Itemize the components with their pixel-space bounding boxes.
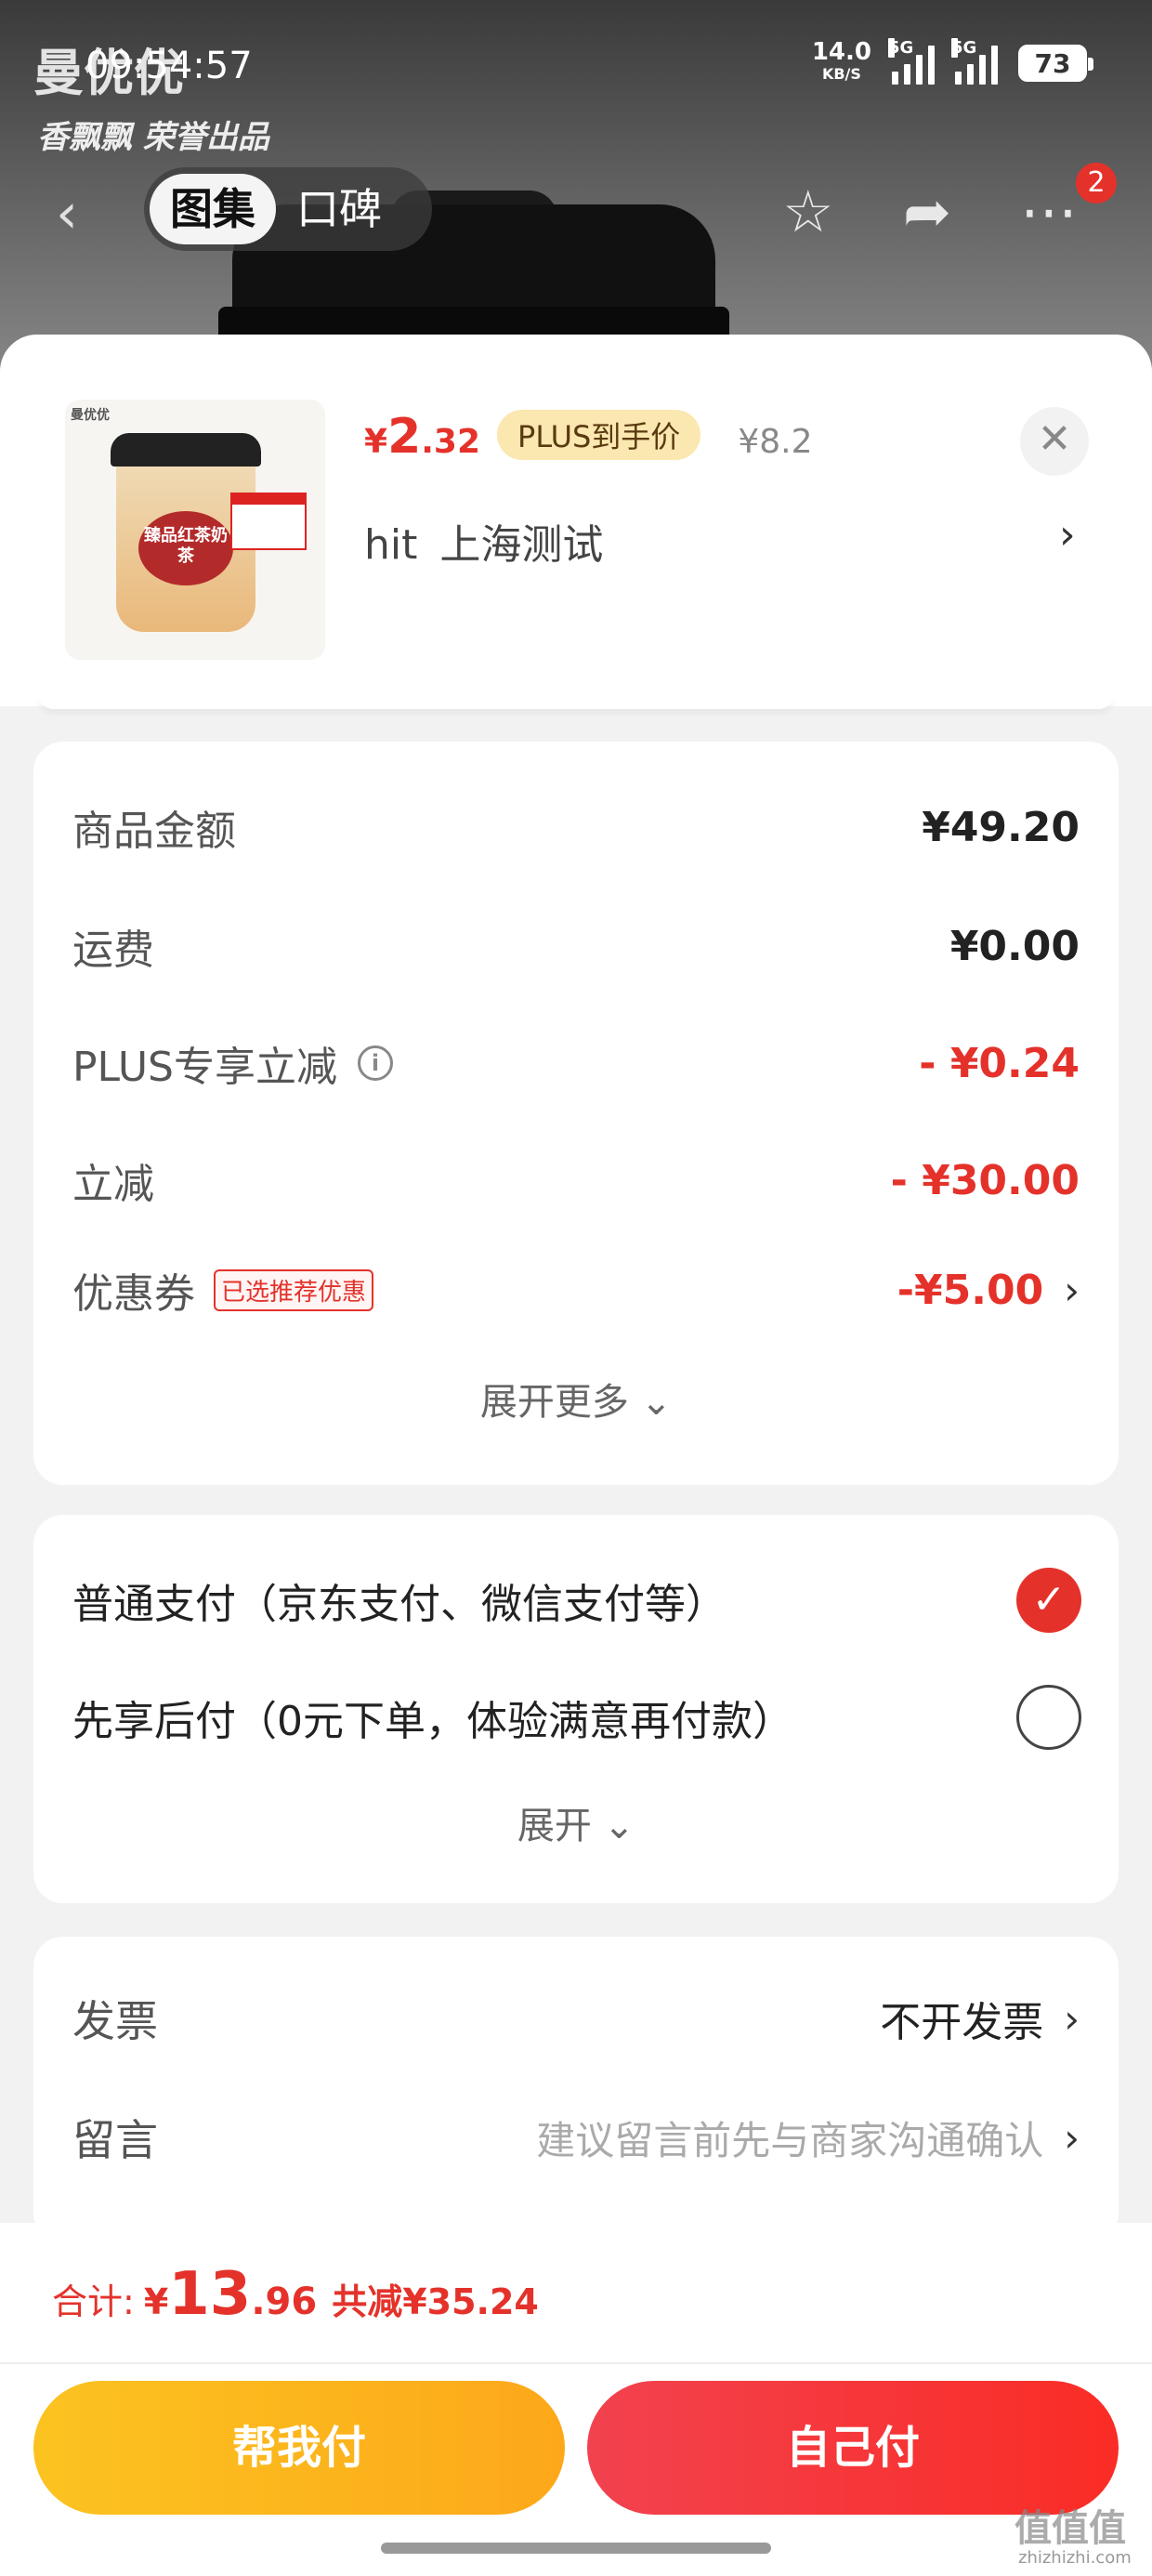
expand-payment-button[interactable]: 展开 ⌄ (33, 1795, 1119, 1849)
watermark: 值值值 (1015, 2507, 1126, 2550)
chevron-down-icon: ⌄ (640, 1381, 673, 1424)
summary-row-coupon[interactable]: 优惠券 已选推荐优惠 -¥5.00 › (72, 1253, 1080, 1327)
expand-more-button[interactable]: 展开更多 ⌄ (33, 1372, 1119, 1426)
price-row: ¥ 2 .32 PLUS到手价 ¥8.2 (364, 409, 813, 465)
chevron-down-icon: ⌄ (603, 1805, 635, 1847)
battery-icon: 73 (1018, 45, 1093, 82)
summary-row-shipping: 运费 ¥0.00 (72, 922, 1080, 975)
status-time: 09:54:57 (85, 45, 253, 87)
close-icon[interactable]: ✕ (1020, 407, 1089, 476)
summary-row-plus-discount: PLUS专享立减 i - ¥0.24 (72, 1039, 1080, 1092)
brand-subtitle: 香飘飘 荣誉出品 (37, 119, 269, 156)
signal-icon: 5G (888, 38, 935, 85)
share-icon[interactable]: ➦ (903, 177, 951, 245)
note-placeholder: 建议留言前先与商家沟通确认 (536, 2117, 1044, 2163)
notification-badge: 2 (1076, 163, 1117, 204)
summary-row-discount: 立减 - ¥30.00 (72, 1156, 1080, 1209)
chevron-right-icon: › (1064, 2114, 1080, 2161)
tab-switcher: 图集 口碑 (144, 167, 432, 251)
tab-gallery[interactable]: 图集 (150, 174, 276, 244)
total-savings: 共减¥35.24 (332, 2281, 539, 2322)
price-summary-card: 商品金额 ¥49.20 运费 ¥0.00 PLUS专享立减 i - ¥0.24 立… (33, 742, 1119, 1485)
product-nav-bar: ‹ 图集 口碑 ☆ ➦ ⋯ 2 (0, 163, 1152, 256)
checked-icon[interactable]: ✓ (1016, 1568, 1081, 1633)
payment-option-pay-later[interactable]: 先享后付（0元下单，体验满意再付款） (72, 1680, 1081, 1755)
order-extras-card: 发票 不开发票 › 留言 建议留言前先与商家沟通确认 › (33, 1937, 1119, 2243)
signal-icon: 5G (951, 38, 998, 85)
status-indicators: 14.0 KB/S 5G 5G 73 (811, 38, 1093, 85)
divider (0, 2362, 1152, 2364)
plus-price-tag: PLUS到手价 (497, 410, 701, 460)
tab-reviews[interactable]: 口碑 (276, 174, 402, 244)
chevron-right-icon: › (1064, 1995, 1080, 2042)
net-speed: 14.0 KB/S (811, 38, 871, 83)
chevron-right-icon[interactable]: › (1059, 511, 1076, 559)
coupon-tag: 已选推荐优惠 (214, 1268, 374, 1311)
payment-method-card: 普通支付（京东支付、微信支付等） ✓ 先享后付（0元下单，体验满意再付款） 展开… (33, 1515, 1119, 1903)
address-row[interactable]: hit 上海测试 (364, 511, 603, 571)
more-icon[interactable]: ⋯ (1020, 177, 1078, 245)
chevron-right-icon: › (1064, 1267, 1080, 1313)
radio-unchecked-icon[interactable] (1016, 1685, 1081, 1750)
info-icon[interactable]: i (358, 1045, 393, 1081)
payment-option-standard[interactable]: 普通支付（京东支付、微信支付等） ✓ (72, 1563, 1081, 1637)
invoice-row[interactable]: 发票 不开发票 › (72, 1981, 1080, 2056)
order-total: 合计: ¥ 13 .96 共减¥35.24 (52, 2260, 539, 2329)
original-price: ¥8.2 (738, 423, 813, 461)
back-icon[interactable]: ‹ (56, 181, 78, 246)
divider (37, 692, 1115, 709)
self-pay-button[interactable]: 自己付 (587, 2381, 1119, 2515)
star-icon[interactable]: ☆ (782, 177, 834, 245)
product-backdrop: 曼优优 香飘飘 荣誉出品 09:54:57 14.0 KB/S 5G 5G 73… (0, 0, 1152, 390)
home-indicator[interactable] (381, 2543, 771, 2554)
watermark-url: zhizhizhi.com (1018, 2548, 1132, 2568)
thumbnail-card (230, 493, 307, 550)
help-pay-button[interactable]: 帮我付 (33, 2381, 565, 2515)
product-thumbnail: 曼优优 臻品红茶奶茶 (65, 400, 325, 660)
checkout-footer: 合计: ¥ 13 .96 共减¥35.24 帮我付 自己付 值值值 zhizhi… (0, 2223, 1152, 2576)
note-row[interactable]: 留言 建议留言前先与商家沟通确认 › (72, 2100, 1080, 2175)
product-summary-header: 曼优优 臻品红茶奶茶 ¥ 2 .32 PLUS到手价 ¥8.2 ✕ hit 上海测… (0, 335, 1152, 709)
summary-row-goods: 商品金额 ¥49.20 (72, 803, 1080, 856)
